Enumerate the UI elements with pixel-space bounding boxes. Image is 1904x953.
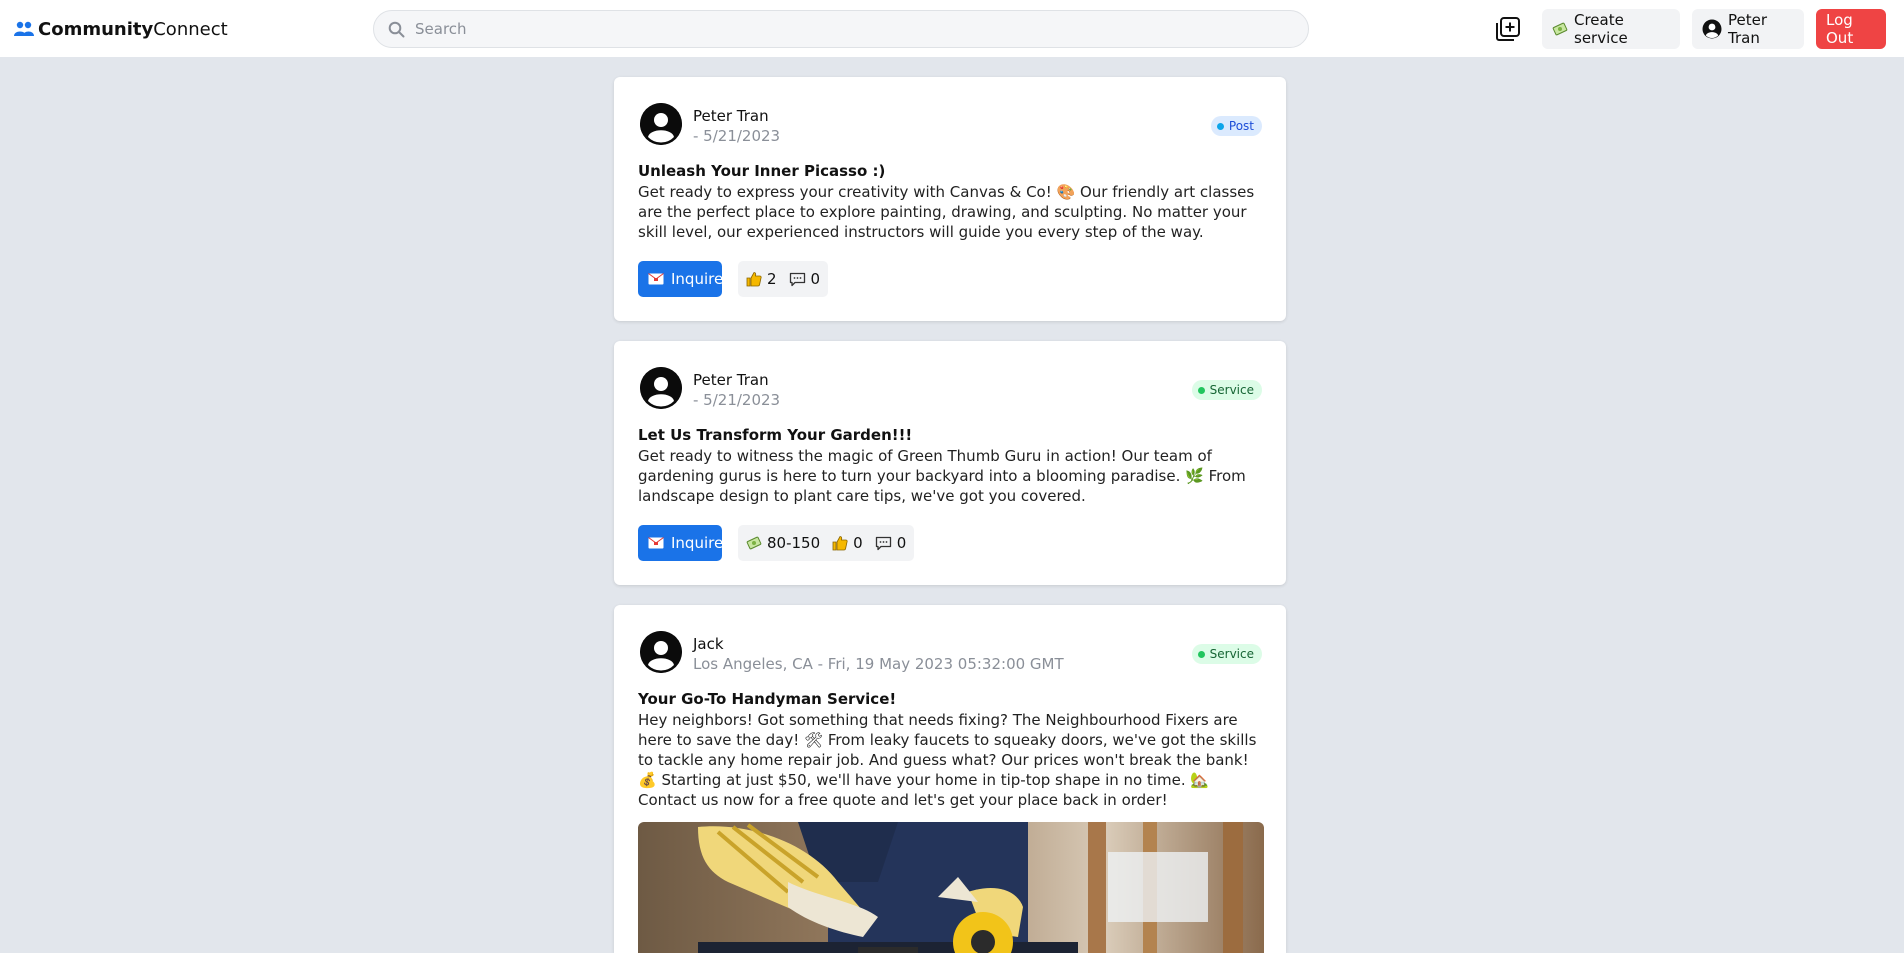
like-button[interactable]: 0: [832, 534, 863, 552]
people-icon: [14, 21, 34, 36]
inquire-button[interactable]: Inquire: [638, 261, 724, 297]
post-meta: Los Angeles, CA - Fri, 19 May 2023 05:32…: [693, 655, 1064, 673]
brand-name-rest: Connect: [153, 18, 228, 40]
post-title: Let Us Transform Your Garden!!!: [638, 426, 913, 444]
post-body: Hey neighbors! Got something that needs …: [638, 711, 1257, 809]
comment-count: 0: [896, 534, 907, 552]
thumbs-up-icon: [746, 271, 762, 287]
search-input[interactable]: [415, 20, 1275, 38]
search-icon: [388, 21, 405, 37]
top-nav-bar: CommunityConnect Create service: [0, 0, 1904, 57]
user-avatar-icon: [640, 631, 682, 673]
comment-icon: [789, 272, 806, 287]
envelope-icon: [648, 537, 664, 549]
post-author[interactable]: Jack: [693, 635, 724, 653]
post-title: Unleash Your Inner Picasso :): [638, 162, 886, 180]
avatar[interactable]: [640, 103, 682, 145]
add-post-icon: [1496, 17, 1520, 41]
post-body: Get ready to express your creativity wit…: [638, 183, 1255, 241]
post-type-badge: Service: [1191, 380, 1262, 400]
post-meta: - 5/21/2023: [693, 127, 781, 145]
user-circle-icon: [1702, 19, 1722, 39]
user-avatar-icon: [640, 367, 682, 409]
feed-post-card: Jack Los Angeles, CA - Fri, 19 May 2023 …: [614, 605, 1286, 953]
badge-label: Service: [1209, 383, 1254, 397]
user-name: Peter Tran: [1728, 11, 1768, 47]
user-avatar-icon: [640, 103, 682, 145]
badge-label: Post: [1228, 119, 1254, 133]
badge-label: Service: [1209, 647, 1254, 661]
comment-button[interactable]: 0: [789, 270, 821, 288]
post-stats: 80-150 0 0: [738, 525, 915, 561]
log-out-label: Log Out: [1826, 11, 1854, 47]
thumbs-up-icon: [832, 535, 848, 551]
post-author[interactable]: Peter Tran: [693, 107, 769, 125]
brand-logo[interactable]: Community Connect: [14, 16, 228, 42]
post-type-badge: Post: [1210, 116, 1262, 136]
badge-dot: [1216, 122, 1224, 130]
avatar[interactable]: [640, 631, 682, 673]
money-icon: [1552, 21, 1568, 37]
search-bar[interactable]: [373, 10, 1309, 48]
post-body: Get ready to witness the magic of Green …: [638, 447, 1246, 505]
add-post-button[interactable]: [1494, 15, 1522, 43]
post-author[interactable]: Peter Tran: [693, 371, 769, 389]
comment-button[interactable]: 0: [875, 534, 907, 552]
inquire-label: Inquire: [671, 534, 724, 552]
create-service-button[interactable]: Create service: [1542, 9, 1680, 49]
avatar[interactable]: [640, 367, 682, 409]
create-service-label: Create service: [1574, 11, 1628, 47]
post-stats: 2 0: [738, 261, 829, 297]
inquire-label: Inquire: [671, 270, 724, 288]
post-type-badge: Service: [1191, 644, 1262, 664]
money-icon: [746, 535, 762, 551]
inquire-button[interactable]: Inquire: [638, 525, 724, 561]
badge-dot: [1197, 386, 1205, 394]
like-count: 0: [853, 534, 863, 552]
feed-post-card: Peter Tran - 5/21/2023 Post Unleash Your…: [614, 77, 1286, 321]
comment-count: 0: [810, 270, 821, 288]
envelope-icon: [648, 273, 664, 285]
comment-icon: [875, 536, 892, 551]
like-count: 2: [767, 270, 777, 288]
handyman-photo: [638, 822, 1264, 953]
badge-dot: [1197, 650, 1205, 658]
log-out-button[interactable]: Log Out: [1816, 9, 1886, 49]
feed-post-card: Peter Tran - 5/21/2023 Service Let Us Tr…: [614, 341, 1286, 585]
like-button[interactable]: 2: [746, 270, 777, 288]
price-value: 80-150: [767, 534, 821, 552]
post-image[interactable]: [638, 822, 1264, 953]
price-range: 80-150: [746, 534, 820, 552]
post-title: Your Go-To Handyman Service!: [638, 690, 897, 708]
user-profile-button[interactable]: Peter Tran: [1692, 9, 1804, 49]
brand-name-bold: Community: [38, 18, 154, 40]
post-meta: - 5/21/2023: [693, 391, 781, 409]
